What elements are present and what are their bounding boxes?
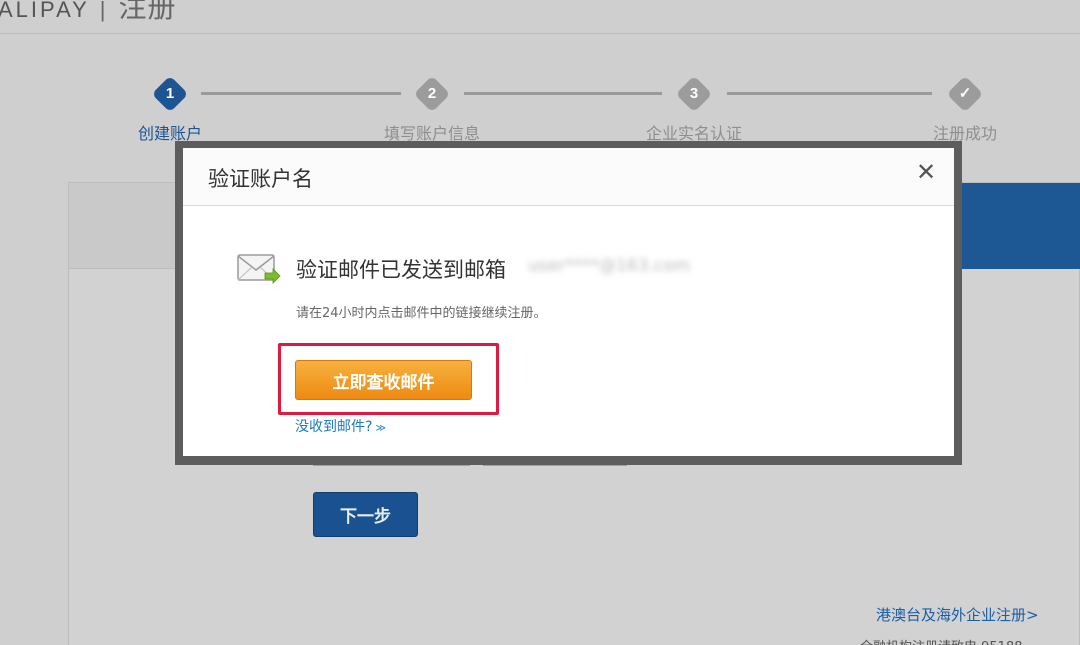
no-mail-link-text: 没收到邮件? [295, 419, 373, 435]
dialog-header: 验证账户名 ✕ [183, 148, 954, 206]
step-2-number: 2 [427, 85, 437, 102]
brand-separator: | [99, 0, 109, 22]
dialog-title: 验证账户名 [208, 167, 313, 191]
financial-institution-note: 全融机构注册请致电 95188 [860, 636, 1023, 645]
step-1-number: 1 [165, 85, 175, 102]
step-4-marker: ✓ [946, 75, 984, 113]
brand-logo: ALIPAY | 注册 [0, 0, 177, 26]
recipient-email: user****@163.com [528, 256, 691, 276]
step-3-marker: 3 [675, 75, 713, 113]
verify-account-dialog: 验证账户名 ✕ 验证邮件已发送到邮箱 user****@163.com 请在24… [183, 148, 954, 456]
page-header: ALIPAY | 注册 [0, 0, 1080, 34]
envelope-arrow-icon [237, 252, 281, 286]
next-step-button[interactable]: 下一步 [313, 492, 418, 537]
overseas-registration-link[interactable]: 港澳台及海外企业注册> [876, 604, 1039, 625]
double-chevron-down-icon: ≫ [375, 423, 386, 434]
page-title: 注册 [118, 0, 177, 23]
step-connector [201, 92, 401, 95]
registration-steps: 1 创建账户 2 填写账户信息 3 企业实名认证 ✓ 注册成功 [0, 70, 1080, 150]
step-connector [464, 92, 662, 95]
checkmark-icon: ✓ [958, 85, 972, 102]
close-icon[interactable]: ✕ [912, 158, 940, 186]
step-connector [727, 92, 932, 95]
verify-hint: 请在24小时内点击邮件中的链接继续注册。 [296, 306, 547, 321]
no-mail-received-link[interactable]: 没收到邮件? ≫ [295, 416, 386, 436]
step-1-marker: 1 [151, 75, 189, 113]
check-mail-button[interactable]: 立即查收邮件 [295, 360, 472, 400]
email-sent-message: 验证邮件已发送到邮箱 [296, 258, 506, 282]
step-3-number: 3 [689, 85, 699, 102]
brand-name: ALIPAY [0, 0, 90, 22]
step-2-marker: 2 [413, 75, 451, 113]
